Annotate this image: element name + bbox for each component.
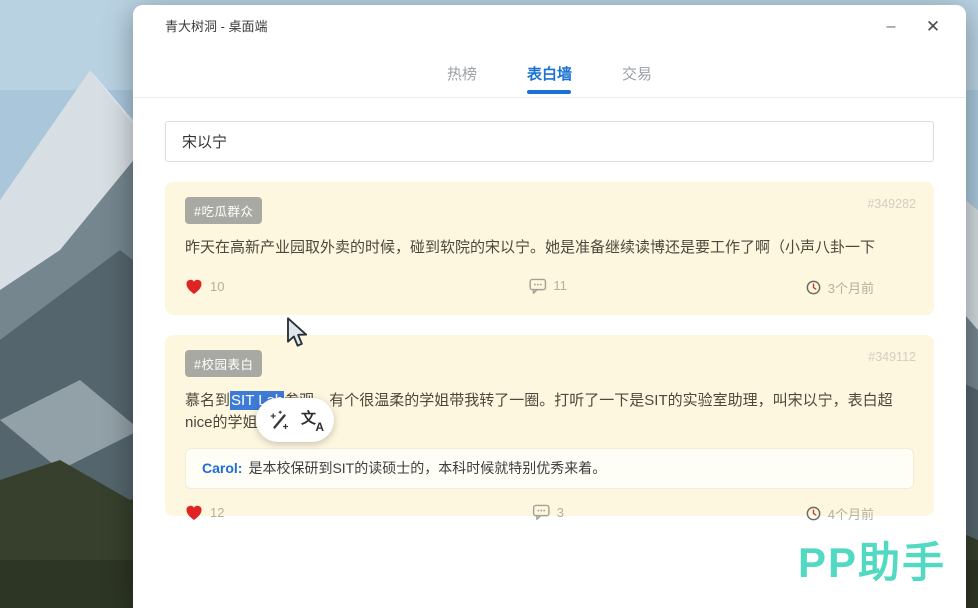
minimize-button[interactable]: – — [874, 5, 908, 49]
like-count: 10 — [210, 279, 224, 294]
app-window: 青大树洞 - 桌面端 – ✕ 热榜 表白墙 交易 #吃瓜群众 #349282 昨… — [133, 5, 966, 608]
titlebar: 青大树洞 - 桌面端 – ✕ — [133, 5, 966, 49]
post-time-label: 4个月前 — [828, 504, 874, 523]
tab-hot-list[interactable]: 热榜 — [445, 51, 479, 96]
post-time: 4个月前 — [806, 504, 874, 523]
close-button[interactable]: ✕ — [916, 5, 950, 49]
tab-bar: 热榜 表白墙 交易 — [133, 49, 966, 98]
window-title: 青大树洞 - 桌面端 — [165, 5, 268, 49]
comment-count: 3 — [557, 505, 564, 520]
comment-author: Carol: — [202, 460, 242, 476]
post-footer: 12 3 4个月前 — [185, 504, 914, 524]
comment-bubble-icon — [532, 504, 550, 520]
post-tag-badge[interactable]: #吃瓜群众 — [185, 197, 262, 224]
post-time: 3个月前 — [806, 278, 874, 297]
heart-icon — [185, 278, 203, 295]
pp-assistant-watermark: PP助手 — [798, 529, 946, 590]
post-time-label: 3个月前 — [828, 278, 874, 297]
comment-text: 是本校保研到SIT的读硕士的，本科时候就特别优秀来着。 — [248, 460, 606, 476]
post-footer: 10 11 3个月前 — [185, 278, 914, 298]
clock-icon — [806, 506, 821, 521]
rewrite-wand-icon[interactable] — [267, 408, 291, 432]
tab-trade[interactable]: 交易 — [620, 51, 654, 96]
post-content-before: 慕名到 — [185, 392, 230, 409]
post-id: #349112 — [868, 350, 916, 364]
search-input[interactable] — [165, 121, 934, 162]
heart-icon — [185, 504, 203, 521]
post-card[interactable]: #吃瓜群众 #349282 昨天在高新产业园取外卖的时候，碰到软院的宋以宁。她是… — [165, 182, 934, 315]
like-button[interactable]: 12 — [185, 504, 224, 521]
post-tag-badge[interactable]: #校园表白 — [185, 350, 262, 377]
tab-hot-list-label: 热榜 — [447, 66, 477, 83]
active-tab-underline — [527, 90, 571, 94]
comment-bubble-icon — [528, 278, 546, 294]
comment-preview[interactable]: Carol: 是本校保研到SIT的读硕士的，本科时候就特别优秀来着。 — [185, 448, 914, 490]
tab-confession-wall-label: 表白墙 — [527, 66, 572, 83]
post-content: 昨天在高新产业园取外卖的时候，碰到软院的宋以宁。她是准备继续读博还是要工作了啊（… — [185, 237, 914, 259]
like-count: 12 — [210, 505, 224, 520]
post-id: #349282 — [867, 197, 916, 211]
like-button[interactable]: 10 — [185, 278, 224, 295]
clock-icon — [806, 280, 821, 295]
comment-count: 11 — [553, 278, 567, 293]
tab-trade-label: 交易 — [622, 66, 652, 83]
comments-button[interactable]: 3 — [532, 504, 564, 520]
main-content: #吃瓜群众 #349282 昨天在高新产业园取外卖的时候，碰到软院的宋以宁。她是… — [133, 98, 966, 516]
comments-button[interactable]: 11 — [528, 278, 567, 294]
mouse-cursor — [285, 317, 311, 349]
selection-popup: 文 A — [256, 398, 334, 442]
tab-confession-wall[interactable]: 表白墙 — [525, 51, 574, 96]
translate-icon[interactable]: 文 A — [301, 409, 323, 431]
